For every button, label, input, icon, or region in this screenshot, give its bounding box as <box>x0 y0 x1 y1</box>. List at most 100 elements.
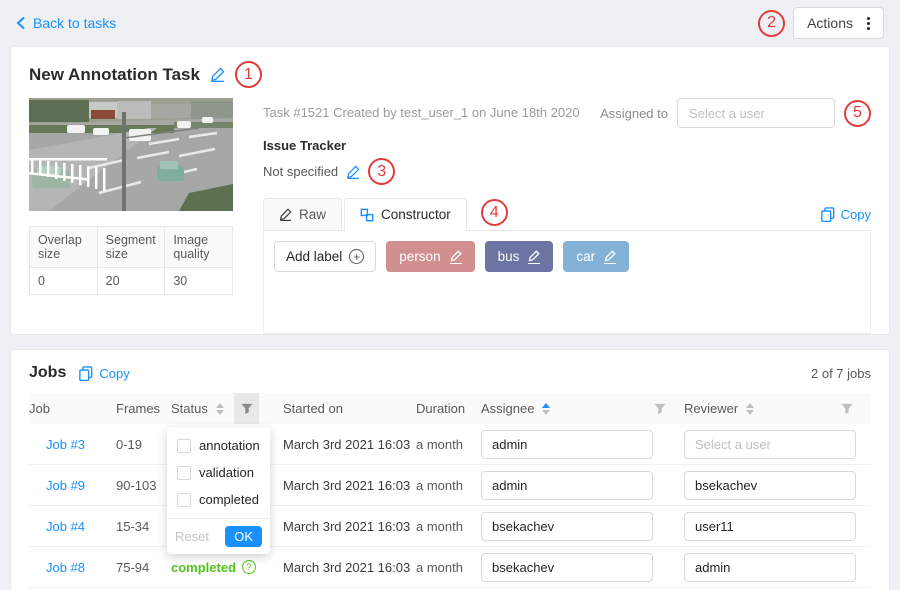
issue-tracker-label: Issue Tracker <box>263 138 871 153</box>
build-blocks-icon <box>360 208 374 222</box>
label-chip-bus-name: bus <box>498 249 520 264</box>
reviewer-select[interactable] <box>684 430 856 459</box>
assigned-to-label: Assigned to <box>600 106 668 121</box>
reviewer-select[interactable] <box>684 471 856 500</box>
actions-label: Actions <box>807 15 853 31</box>
task-title: New Annotation Task <box>29 65 200 85</box>
plus-circle-icon: + <box>349 249 364 264</box>
reviewer-select[interactable] <box>684 553 856 582</box>
assignee-sorter-icon[interactable] <box>542 403 550 415</box>
jobs-copy-link[interactable]: Copy <box>79 366 129 381</box>
status-filter-icon[interactable] <box>234 393 259 424</box>
param-header-segment: Segment size <box>97 227 165 268</box>
jobs-count: 2 of 7 jobs <box>811 366 871 381</box>
col-started-on: Started on <box>283 401 343 416</box>
reviewer-sorter-icon[interactable] <box>746 403 754 415</box>
col-status[interactable]: Status <box>171 393 283 424</box>
job-3-link[interactable]: Job #3 <box>29 437 85 452</box>
assignee-select[interactable] <box>481 553 653 582</box>
label-chip-person-name: person <box>399 249 440 264</box>
top-bar: Back to tasks 2 Actions <box>0 0 900 46</box>
edit-label-icon[interactable] <box>450 250 462 264</box>
checkbox-icon[interactable] <box>177 439 191 453</box>
label-chip-car[interactable]: car <box>563 241 629 272</box>
jobs-table: Job Frames Status Started on Duration As… <box>29 393 871 588</box>
job-status: completed <box>171 560 236 575</box>
job-started: March 3rd 2021 16:03 <box>283 478 416 493</box>
job-9-link[interactable]: Job #9 <box>29 478 85 493</box>
label-chip-bus[interactable]: bus <box>485 241 554 272</box>
filter-option-validation[interactable]: validation <box>167 459 270 486</box>
pencil-icon <box>279 208 292 221</box>
edit-task-name-icon[interactable] <box>210 67 225 82</box>
tab-constructor-label: Constructor <box>381 207 451 222</box>
job-duration: a month <box>416 560 481 575</box>
tab-constructor[interactable]: Constructor <box>344 198 467 230</box>
job-row: Job #3 0-19 March 3rd 2021 16:03 a month <box>29 424 871 465</box>
jobs-copy-label: Copy <box>99 366 129 381</box>
assignee-filter-icon[interactable] <box>654 403 666 415</box>
param-value-segment: 20 <box>97 268 165 295</box>
col-reviewer[interactable]: Reviewer <box>684 401 871 416</box>
task-parameters-table: Overlap size Segment size Image quality … <box>29 226 233 295</box>
actions-button[interactable]: Actions <box>793 7 884 39</box>
job-duration: a month <box>416 478 481 493</box>
col-job: Job <box>29 401 50 416</box>
issue-tracker-value: Not specified <box>263 164 338 179</box>
job-row: Job #4 15-34 March 3rd 2021 16:03 a mont… <box>29 506 871 547</box>
label-chip-car-name: car <box>576 249 595 264</box>
callout-5: 5 <box>844 100 871 127</box>
param-value-quality: 30 <box>165 268 233 295</box>
copy-icon <box>821 207 835 222</box>
more-vertical-icon <box>867 17 870 30</box>
filter-option-annotation[interactable]: annotation <box>167 432 270 459</box>
job-4-link[interactable]: Job #4 <box>29 519 85 534</box>
edit-label-icon[interactable] <box>528 250 540 264</box>
job-frames: 75-94 <box>116 560 171 575</box>
edit-label-icon[interactable] <box>604 250 616 264</box>
copy-icon <box>79 366 93 381</box>
job-started: March 3rd 2021 16:03 <box>283 437 416 452</box>
add-label-text: Add label <box>286 249 342 264</box>
edit-issue-tracker-icon[interactable] <box>346 165 360 179</box>
job-8-link[interactable]: Job #8 <box>29 560 85 575</box>
col-frames: Frames <box>116 401 160 416</box>
assignee-select[interactable] <box>481 512 653 541</box>
job-row: Job #9 90-103 March 3rd 2021 16:03 a mon… <box>29 465 871 506</box>
task-meta-text: Task #1521 Created by test_user_1 on Jun… <box>263 98 580 120</box>
task-details-card: New Annotation Task 1 <box>10 46 890 335</box>
job-started: March 3rd 2021 16:03 <box>283 519 416 534</box>
back-to-tasks-link[interactable]: Back to tasks <box>16 15 116 31</box>
labels-copy-link[interactable]: Copy <box>821 207 871 222</box>
filter-option-completed[interactable]: completed <box>167 486 270 513</box>
reviewer-select[interactable] <box>684 512 856 541</box>
filter-reset-button[interactable]: Reset <box>175 529 209 544</box>
job-duration: a month <box>416 437 481 452</box>
job-frames: 0-19 <box>116 437 171 452</box>
checkbox-icon[interactable] <box>177 493 191 507</box>
label-chip-person[interactable]: person <box>386 241 474 272</box>
assignee-select[interactable] <box>481 471 653 500</box>
reviewer-filter-icon[interactable] <box>841 403 853 415</box>
jobs-title: Jobs <box>29 364 66 382</box>
callout-3: 3 <box>368 158 395 185</box>
status-help-icon[interactable]: ? <box>242 560 256 574</box>
status-sorter-icon[interactable] <box>216 403 224 415</box>
param-value-overlap: 0 <box>30 268 98 295</box>
assignee-select[interactable] <box>481 430 653 459</box>
tab-raw-label: Raw <box>299 207 326 222</box>
filter-ok-button[interactable]: OK <box>225 526 262 547</box>
job-duration: a month <box>416 519 481 534</box>
job-frames: 15-34 <box>116 519 171 534</box>
param-header-quality: Image quality <box>165 227 233 268</box>
labels-copy-label: Copy <box>841 207 871 222</box>
checkbox-icon[interactable] <box>177 466 191 480</box>
job-row: Job #8 75-94 completed ? March 3rd 2021 … <box>29 547 871 588</box>
jobs-table-header: Job Frames Status Started on Duration As… <box>29 393 871 424</box>
add-label-button[interactable]: Add label + <box>274 241 376 272</box>
assigned-to-select[interactable] <box>677 98 835 128</box>
callout-1: 1 <box>235 61 262 88</box>
col-assignee[interactable]: Assignee <box>481 401 684 416</box>
jobs-card: Jobs Copy 2 of 7 jobs Job Frames Status … <box>10 349 890 590</box>
tab-raw[interactable]: Raw <box>263 198 342 230</box>
